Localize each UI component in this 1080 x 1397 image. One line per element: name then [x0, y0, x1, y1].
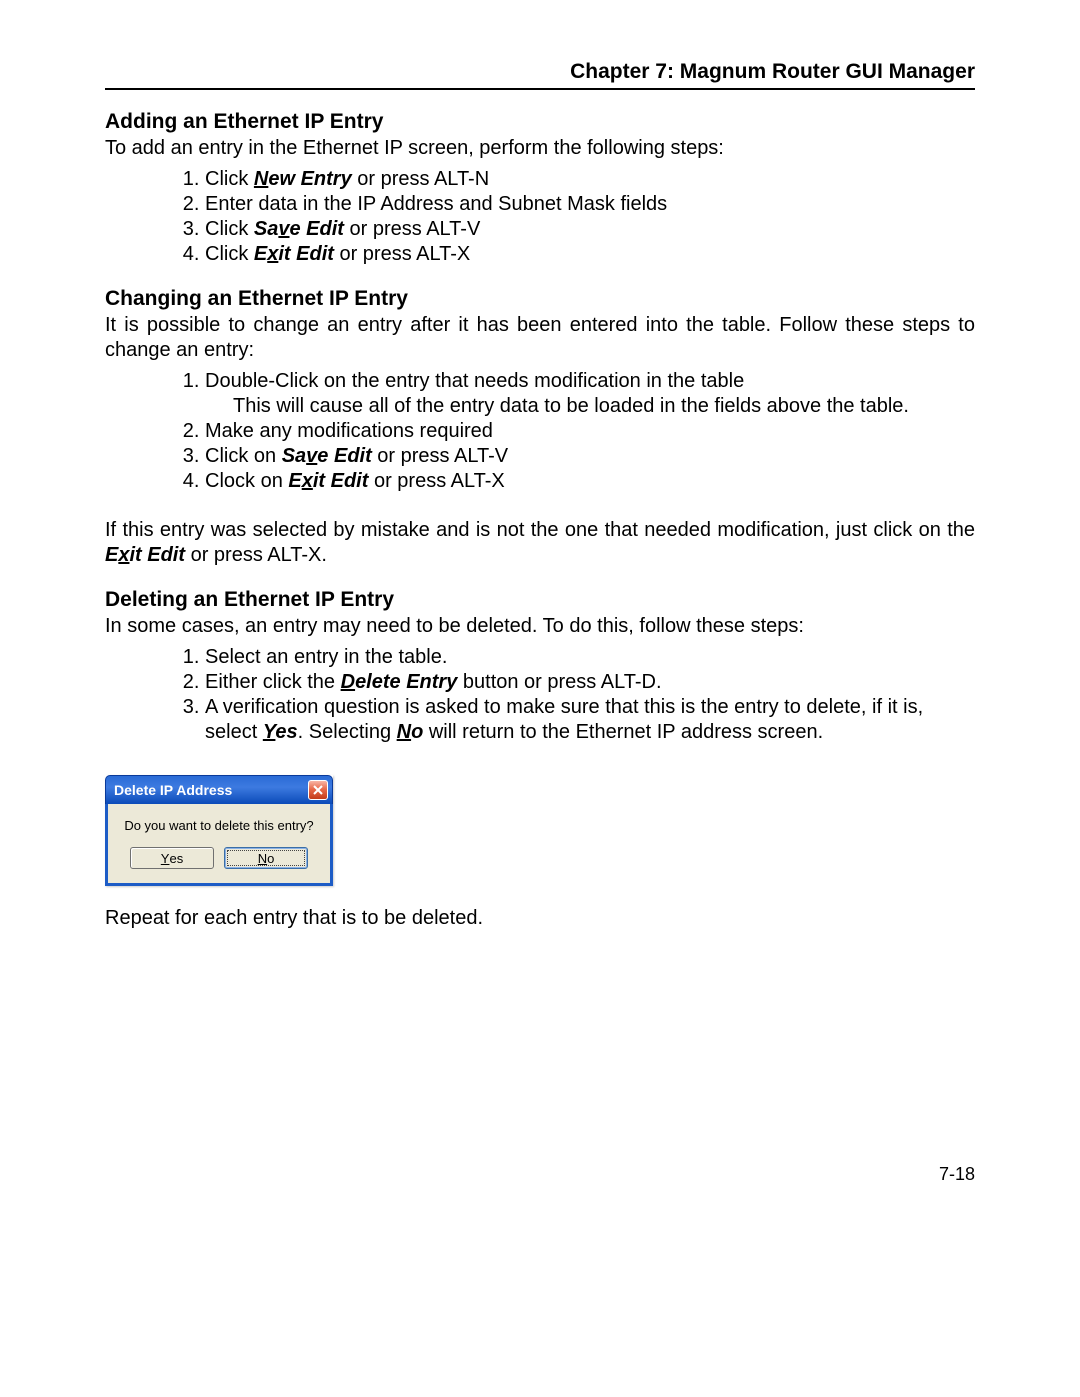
text: ew Entry [268, 168, 351, 190]
mnemonic: D [341, 671, 355, 693]
text: E [254, 243, 267, 265]
text: Click [205, 168, 254, 190]
text: or press ALT-X. [185, 544, 327, 566]
text: e Edit [317, 445, 371, 467]
heading-changing: Changing an Ethernet IP Entry [105, 287, 975, 311]
step-item: A verification question is asked to make… [205, 695, 975, 745]
text: E [288, 470, 301, 492]
sub-step: This will cause all of the entry data to… [233, 394, 975, 419]
text: elete Entry [355, 671, 457, 693]
text: o [411, 721, 423, 743]
header-rule [105, 88, 975, 90]
text: E [105, 544, 118, 566]
step-item: Click on Save Edit or press ALT-V [205, 444, 975, 469]
dialog-title: Delete IP Address [114, 782, 232, 798]
steps-deleting: Select an entry in the table. Either cli… [105, 645, 975, 745]
step-item: Make any modifications required [205, 419, 975, 444]
close-icon[interactable] [308, 780, 328, 800]
text: es [169, 851, 183, 866]
mnemonic: v [278, 218, 289, 240]
steps-adding: Click New Entry or press ALT-N Enter dat… [105, 167, 975, 267]
mnemonic: Y [263, 721, 276, 743]
intro-deleting: In some cases, an entry may need to be d… [105, 614, 975, 639]
step-item: Click Exit Edit or press ALT-X [205, 242, 975, 267]
step-item: Select an entry in the table. [205, 645, 975, 670]
text: Double-Click on the entry that needs mod… [205, 370, 744, 392]
dialog-titlebar[interactable]: Delete IP Address [105, 775, 333, 804]
text: Click on [205, 445, 282, 467]
mnemonic: x [118, 544, 129, 566]
mnemonic: v [306, 445, 317, 467]
text: Clock on [205, 470, 288, 492]
mnemonic: x [267, 243, 278, 265]
step-item: Click New Entry or press ALT-N [205, 167, 975, 192]
text: or press ALT-V [344, 218, 480, 240]
dialog-buttons: Yes No [116, 847, 322, 873]
chapter-header: Chapter 7: Magnum Router GUI Manager [105, 60, 975, 84]
steps-changing: Double-Click on the entry that needs mod… [105, 369, 975, 494]
text: or press ALT-V [372, 445, 508, 467]
mnemonic: Y [161, 851, 170, 866]
step-item: Clock on Exit Edit or press ALT-X [205, 469, 975, 494]
heading-adding: Adding an Ethernet IP Entry [105, 110, 975, 134]
text: or press ALT-X [334, 243, 470, 265]
yes-button[interactable]: Yes [130, 847, 214, 869]
mnemonic: N [258, 851, 267, 866]
text: e Edit [289, 218, 343, 240]
dialog-delete-ip: Delete IP Address Do you want to delete … [105, 775, 333, 886]
text: Either click the [205, 671, 341, 693]
step-item: Click Save Edit or press ALT-V [205, 217, 975, 242]
text: Sa [254, 218, 278, 240]
intro-changing: It is possible to change an entry after … [105, 313, 975, 363]
text: o [267, 851, 274, 866]
text: it Edit [278, 243, 334, 265]
intro-adding: To add an entry in the Ethernet IP scree… [105, 136, 975, 161]
dialog-body: Do you want to delete this entry? Yes No [105, 804, 333, 886]
text: it Edit [313, 470, 369, 492]
mnemonic: x [302, 470, 313, 492]
text: es [275, 721, 297, 743]
after-deleting: Repeat for each entry that is to be dele… [105, 906, 975, 931]
mnemonic: N [397, 721, 411, 743]
page: Chapter 7: Magnum Router GUI Manager Add… [0, 0, 1080, 1397]
dialog-message: Do you want to delete this entry? [116, 818, 322, 833]
mnemonic: N [254, 168, 268, 190]
step-item: Enter data in the IP Address and Subnet … [205, 192, 975, 217]
text: Click [205, 218, 254, 240]
text: Click [205, 243, 254, 265]
text: it Edit [129, 544, 185, 566]
step-item: Double-Click on the entry that needs mod… [205, 369, 975, 419]
step-item: Either click the Delete Entry button or … [205, 670, 975, 695]
no-button[interactable]: No [224, 847, 308, 869]
note-changing: If this entry was selected by mistake an… [105, 518, 975, 568]
text: Sa [282, 445, 306, 467]
text: or press ALT-N [352, 168, 489, 190]
heading-deleting: Deleting an Ethernet IP Entry [105, 588, 975, 612]
text: If this entry was selected by mistake an… [105, 519, 975, 541]
text: button or press ALT-D. [457, 671, 661, 693]
page-number: 7-18 [939, 1164, 975, 1185]
text: will return to the Ethernet IP address s… [423, 721, 823, 743]
text: or press ALT-X [368, 470, 504, 492]
text: . Selecting [298, 721, 397, 743]
